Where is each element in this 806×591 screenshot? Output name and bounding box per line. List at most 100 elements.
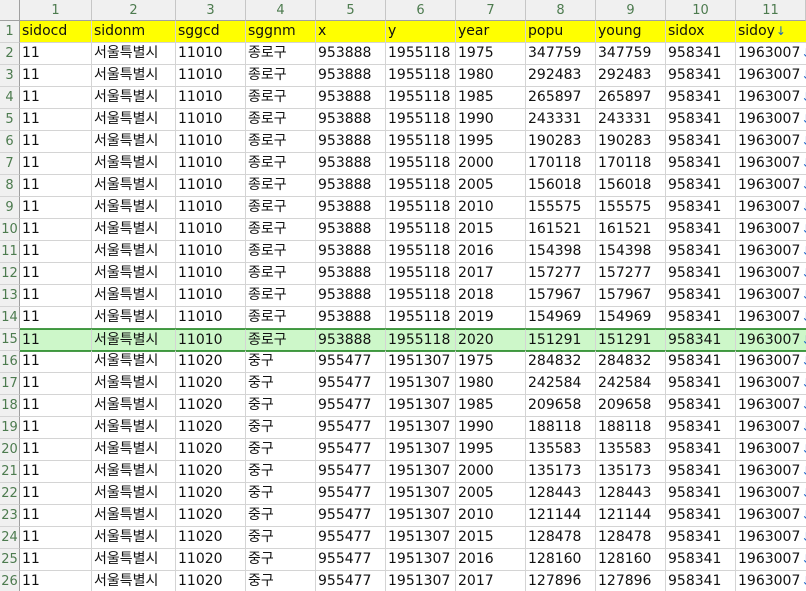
- table-cell[interactable]: 955477: [316, 351, 386, 373]
- table-cell[interactable]: 서울특별시: [92, 263, 176, 285]
- row-header-7[interactable]: 7: [0, 153, 20, 175]
- table-cell[interactable]: 953888: [316, 109, 386, 131]
- table-cell[interactable]: 11020: [176, 373, 246, 395]
- table-row[interactable]: 11 서울특별시 11020 중구 955477 1951307 2010 121144 121…: [20, 505, 806, 527]
- table-cell[interactable]: 2019: [456, 307, 526, 329]
- table-cell[interactable]: 955477: [316, 417, 386, 439]
- table-row[interactable]: 11 서울특별시 11020 중구 955477 1951307 2015 128478 128…: [20, 527, 806, 549]
- table-cell[interactable]: 중구: [246, 527, 316, 549]
- table-row[interactable]: 11 서울특별시 11010 종로구 953888 1955118 2019 154969 15…: [20, 307, 806, 329]
- table-cell[interactable]: 953888: [316, 131, 386, 153]
- table-cell[interactable]: 292483: [596, 65, 666, 87]
- table-row[interactable]: 11 서울특별시 11010 종로구 953888 1955118 2005 156018 15…: [20, 175, 806, 197]
- table-cell[interactable]: 11: [20, 109, 92, 131]
- table-cell[interactable]: 서울특별시: [92, 351, 176, 373]
- table-cell[interactable]: 1951307: [386, 527, 456, 549]
- table-cell[interactable]: 128160: [526, 549, 596, 571]
- table-cell[interactable]: 11: [20, 307, 92, 329]
- table-cell[interactable]: 2017: [456, 571, 526, 591]
- table-cell[interactable]: 서울특별시: [92, 461, 176, 483]
- table-cell[interactable]: 958341: [666, 43, 736, 65]
- table-cell[interactable]: 서울특별시: [92, 439, 176, 461]
- table-cell[interactable]: 958341: [666, 505, 736, 527]
- table-cell[interactable]: 121144: [596, 505, 666, 527]
- table-cell[interactable]: 135173: [596, 461, 666, 483]
- row-header-9[interactable]: 9: [0, 197, 20, 219]
- table-cell[interactable]: 서울특별시: [92, 571, 176, 591]
- table-row[interactable]: 11 서울특별시 11020 중구 955477 1951307 2000 135173 135…: [20, 461, 806, 483]
- table-cell[interactable]: 11010: [176, 263, 246, 285]
- table-cell[interactable]: 958341: [666, 549, 736, 571]
- column-header-9[interactable]: 9: [596, 0, 666, 21]
- table-cell[interactable]: 11020: [176, 527, 246, 549]
- column-header-7[interactable]: 7: [456, 0, 526, 21]
- table-cell[interactable]: 1963007↓: [736, 483, 806, 505]
- table-cell[interactable]: 종로구: [246, 197, 316, 219]
- table-row[interactable]: 11 서울특별시 11010 종로구 953888 1955118 2018 157967 15…: [20, 285, 806, 307]
- row-header-14[interactable]: 14: [0, 307, 20, 329]
- table-cell[interactable]: 11010: [176, 241, 246, 263]
- table-cell[interactable]: 161521: [526, 219, 596, 241]
- table-cell[interactable]: 128478: [596, 527, 666, 549]
- table-cell[interactable]: 958341: [666, 131, 736, 153]
- table-cell[interactable]: 128443: [526, 483, 596, 505]
- table-cell[interactable]: 중구: [246, 549, 316, 571]
- table-row[interactable]: 11 서울특별시 11010 종로구 953888 1955118 1975 347759 34…: [20, 43, 806, 65]
- table-cell[interactable]: 242584: [526, 373, 596, 395]
- table-cell[interactable]: 11010: [176, 109, 246, 131]
- table-cell[interactable]: 2010: [456, 197, 526, 219]
- table-cell[interactable]: 11010: [176, 43, 246, 65]
- table-cell[interactable]: 1963007↓: [736, 87, 806, 109]
- table-cell[interactable]: 종로구: [246, 219, 316, 241]
- table-row[interactable]: 11 서울특별시 11020 중구 955477 1951307 1990 188118 188…: [20, 417, 806, 439]
- table-cell[interactable]: 955477: [316, 527, 386, 549]
- table-cell[interactable]: 서울특별시: [92, 527, 176, 549]
- row-header-8[interactable]: 8: [0, 175, 20, 197]
- table-cell[interactable]: 2005: [456, 483, 526, 505]
- row-header-17[interactable]: 17: [0, 373, 20, 395]
- table-cell[interactable]: 1951307: [386, 439, 456, 461]
- table-cell[interactable]: 958341: [666, 417, 736, 439]
- table-cell[interactable]: 1955118: [386, 43, 456, 65]
- table-cell[interactable]: 중구: [246, 505, 316, 527]
- table-cell[interactable]: 종로구: [246, 241, 316, 263]
- table-cell[interactable]: 2018: [456, 285, 526, 307]
- table-cell[interactable]: 11: [20, 329, 92, 351]
- table-cell[interactable]: 157277: [596, 263, 666, 285]
- table-cell[interactable]: 1963007↓: [736, 219, 806, 241]
- row-header-1[interactable]: 1: [0, 21, 20, 43]
- table-cell[interactable]: 11: [20, 285, 92, 307]
- table-cell[interactable]: 서울특별시: [92, 197, 176, 219]
- table-cell[interactable]: 958341: [666, 395, 736, 417]
- table-cell[interactable]: 955477: [316, 373, 386, 395]
- table-cell[interactable]: 서울특별시: [92, 241, 176, 263]
- table-cell[interactable]: 중구: [246, 461, 316, 483]
- table-cell[interactable]: 서울특별시: [92, 329, 176, 351]
- table-cell[interactable]: 서울특별시: [92, 109, 176, 131]
- table-cell[interactable]: 종로구: [246, 307, 316, 329]
- table-cell[interactable]: 1955118: [386, 65, 456, 87]
- header-cell-sidoy[interactable]: sidoy↓: [736, 21, 806, 43]
- table-cell[interactable]: 2016: [456, 241, 526, 263]
- table-cell[interactable]: 1963007↓: [736, 109, 806, 131]
- table-cell[interactable]: 서울특별시: [92, 505, 176, 527]
- table-cell[interactable]: 종로구: [246, 109, 316, 131]
- table-cell[interactable]: 958341: [666, 373, 736, 395]
- table-cell[interactable]: 154398: [596, 241, 666, 263]
- row-header-26[interactable]: 26: [0, 571, 20, 591]
- table-cell[interactable]: 2016: [456, 549, 526, 571]
- table-cell[interactable]: 188118: [596, 417, 666, 439]
- table-row[interactable]: 11 서울특별시 11020 중구 955477 1951307 1985 209658 209…: [20, 395, 806, 417]
- table-cell[interactable]: 170118: [596, 153, 666, 175]
- table-cell[interactable]: 1963007↓: [736, 197, 806, 219]
- table-cell[interactable]: 1955118: [386, 263, 456, 285]
- table-cell[interactable]: 1990: [456, 109, 526, 131]
- table-cell[interactable]: 157967: [596, 285, 666, 307]
- table-cell[interactable]: 1951307: [386, 373, 456, 395]
- table-cell[interactable]: 종로구: [246, 263, 316, 285]
- table-cell[interactable]: 135583: [526, 439, 596, 461]
- table-cell[interactable]: 11010: [176, 219, 246, 241]
- table-cell[interactable]: 958341: [666, 571, 736, 591]
- table-cell[interactable]: 151291: [526, 329, 596, 351]
- table-cell[interactable]: 953888: [316, 87, 386, 109]
